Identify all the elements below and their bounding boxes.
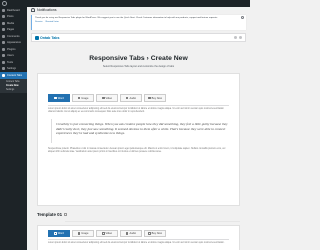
tools-icon (2, 60, 5, 64)
page-subtitle: Select Responsive Tabs layout and custom… (102, 65, 175, 68)
brand-logo: Ontab Tabs (35, 35, 60, 40)
audio-icon (125, 96, 129, 100)
template-select-icon[interactable] (64, 213, 68, 216)
image-icon (77, 96, 81, 100)
cart-icon (148, 96, 151, 100)
tab-paragraph-1: Lorem ipsum dolor sit amet consectetur a… (48, 108, 224, 114)
tab-audio[interactable]: Audio (120, 94, 142, 102)
template-divider (65, 221, 240, 222)
template-tab-video[interactable]: Video (96, 230, 118, 237)
template-preview-card: Word Image Video Audio Buy Now Lorem ips… (37, 225, 240, 250)
template-tab-buy-now[interactable]: Buy Now (144, 230, 166, 237)
template-tab-word[interactable]: Word (48, 230, 70, 237)
users-icon (2, 54, 5, 58)
cart-icon (148, 232, 151, 235)
account-icon[interactable] (239, 36, 242, 39)
pages-icon (2, 28, 5, 32)
template-tabs-bar: Word Image Video Audio Buy Now (38, 226, 239, 239)
page-title: Responsive Tabs › Create New (89, 55, 188, 62)
template-header: Template 01 (37, 212, 68, 217)
tabs-preview-card: Word Image Video Audio Buy Now Lorem ips… (37, 73, 240, 206)
tab-word[interactable]: Word (48, 94, 70, 102)
tabs-bar: Word Image Video Audio Buy Now (38, 74, 239, 105)
help-icon[interactable] (234, 36, 237, 39)
quote-text: Creativity is just connecting things. Wh… (56, 122, 228, 135)
notifications-header: Notifications (31, 8, 57, 12)
plugins-icon (2, 47, 5, 51)
plugin-header: Ontab Tabs (31, 33, 246, 42)
main-content: Notifications Thank you for using our Re… (27, 7, 250, 250)
brand-name: Ontab Tabs (40, 35, 60, 40)
sidebar-submenu: Content Tabs Create New Settings (0, 78, 27, 93)
dismiss-link[interactable]: Dismiss (35, 21, 43, 23)
close-icon[interactable] (241, 16, 244, 19)
video-icon (101, 232, 105, 235)
appearance-icon (2, 41, 5, 45)
posts-icon (2, 15, 5, 19)
wordpress-logo-icon[interactable] (2, 1, 7, 6)
tabs-icon (2, 73, 5, 77)
remind-later-link[interactable]: Remind Later (46, 21, 59, 23)
brand-mark-icon (35, 35, 39, 40)
tab-content: Lorem ipsum dolor sit amet consectetur a… (48, 105, 229, 154)
template-paragraph: Lorem ipsum dolor sit amet consectetur a… (48, 242, 225, 244)
admin-sidebar: Dashboard Posts Media Pages Comments App… (0, 7, 27, 250)
template-tab-audio[interactable]: Audio (120, 230, 142, 237)
submenu-item-settings[interactable]: Settings (0, 88, 27, 92)
comments-icon (2, 34, 5, 38)
image-icon (77, 232, 81, 235)
bell-icon (31, 8, 35, 12)
template-title: Template 01 (37, 212, 63, 217)
dashboard-icon (2, 8, 5, 12)
blockquote: Creativity is just connecting things. Wh… (51, 119, 229, 144)
tab-image[interactable]: Image (72, 94, 94, 102)
audio-icon (125, 232, 129, 235)
notifications-title: Notifications (37, 8, 57, 12)
template-tab-image[interactable]: Image (72, 230, 94, 237)
template-tab-content: Lorem ipsum dolor sit amet consectetur a… (48, 239, 229, 245)
tab-buy-now[interactable]: Buy Now (144, 94, 166, 102)
admin-bar (0, 0, 250, 7)
settings-icon (2, 67, 5, 71)
tab-paragraph-2: Suspendisse potenti. Phasellus ut dui in… (48, 148, 226, 154)
tab-video[interactable]: Video (96, 94, 118, 102)
text-icon (54, 232, 57, 235)
video-icon (101, 96, 105, 100)
text-icon (54, 96, 57, 100)
sidebar-item-content-tabs[interactable]: Content Tabs (0, 72, 27, 79)
media-icon (2, 21, 5, 25)
notice-text: Thank you for using our Responsive Tabs … (35, 16, 218, 19)
plugin-notice: Thank you for using our Responsive Tabs … (31, 15, 246, 30)
